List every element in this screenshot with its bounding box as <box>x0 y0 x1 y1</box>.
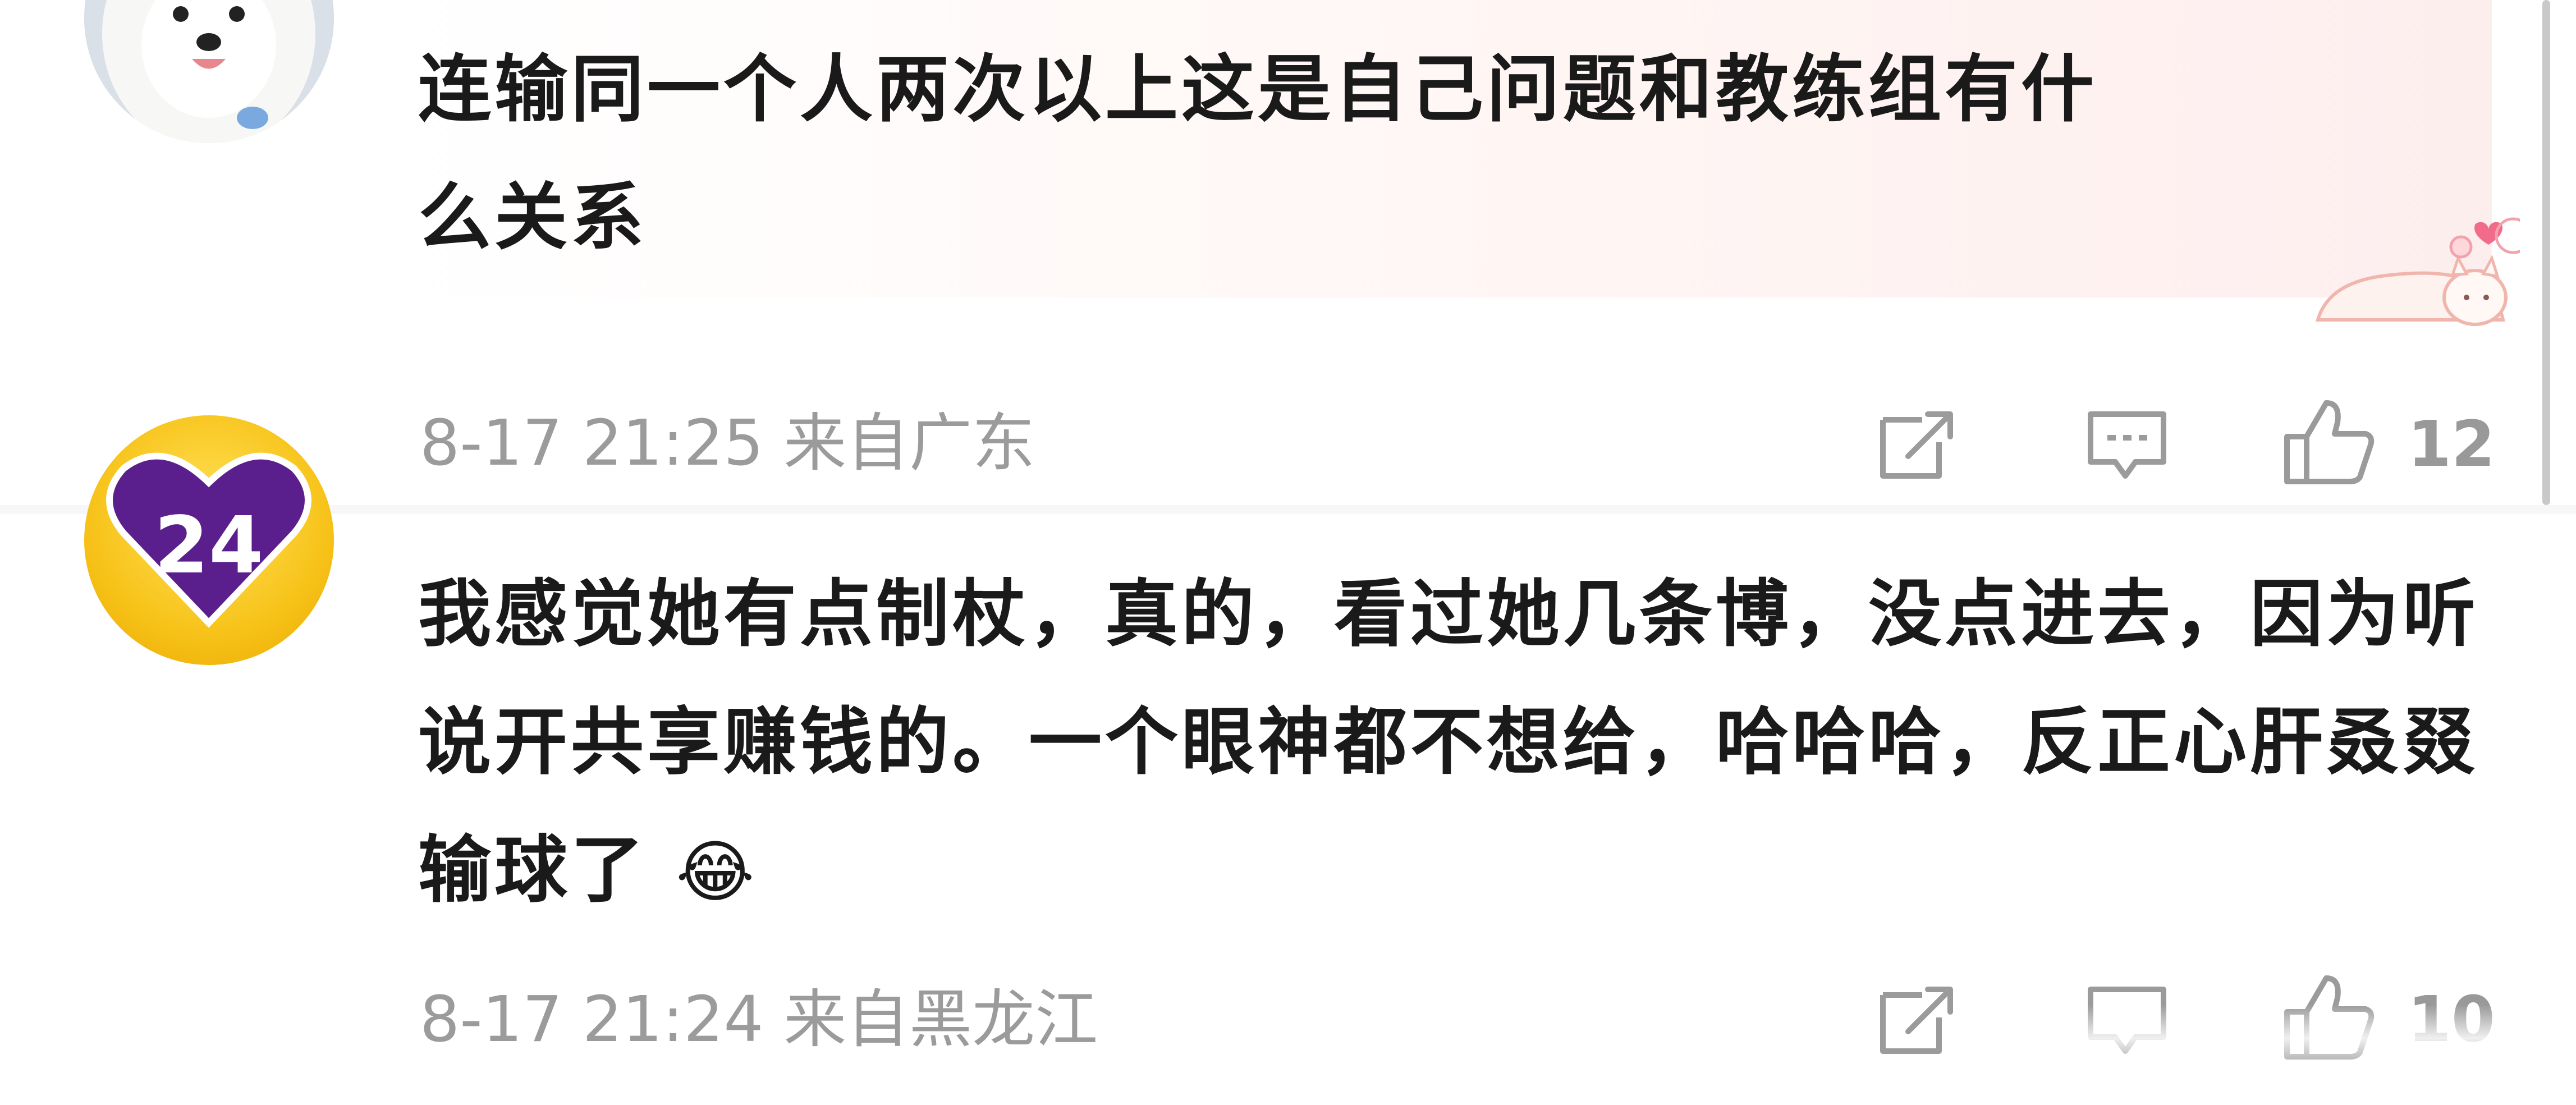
share-icon[interactable] <box>1877 984 1961 1057</box>
scrollbar[interactable] <box>2542 0 2550 505</box>
samoyed-dog-icon <box>84 0 334 143</box>
comment-text: 我感觉她有点制杖，真的，看过她几条博，没点进去，因为听说开共享赚钱的。一个眼神都… <box>418 550 2489 937</box>
comment-time: 8-17 21:25 <box>420 407 764 480</box>
share-icon[interactable] <box>1877 409 1961 482</box>
avatar[interactable] <box>84 0 334 143</box>
comment-location: 来自黑龙江 <box>783 983 1098 1056</box>
thumbs-up-icon[interactable] <box>2281 397 2377 487</box>
avatar-badge-text: 24 <box>154 500 264 592</box>
purple-heart-24-icon: 24 <box>106 452 311 628</box>
comment-meta: 8-17 21:24 来自黑龙江 <box>420 983 1098 1056</box>
comment-text: 连输同一个人两次以上这是自己问题和教练组有什 么关系 <box>418 47 2098 260</box>
like-count: 12 <box>2408 408 2495 481</box>
comment-icon[interactable] <box>2085 409 2169 482</box>
laughing-emoji-icon: 😂 <box>676 833 758 911</box>
comment-meta: 8-17 21:25 来自广东 <box>420 407 1035 480</box>
screen-artifact-overlay <box>2020 1005 2576 1072</box>
comment-time: 8-17 21:24 <box>420 983 764 1056</box>
avatar[interactable]: 24 <box>84 415 334 665</box>
divider <box>0 505 2576 514</box>
comment-location: 来自广东 <box>783 407 1035 480</box>
